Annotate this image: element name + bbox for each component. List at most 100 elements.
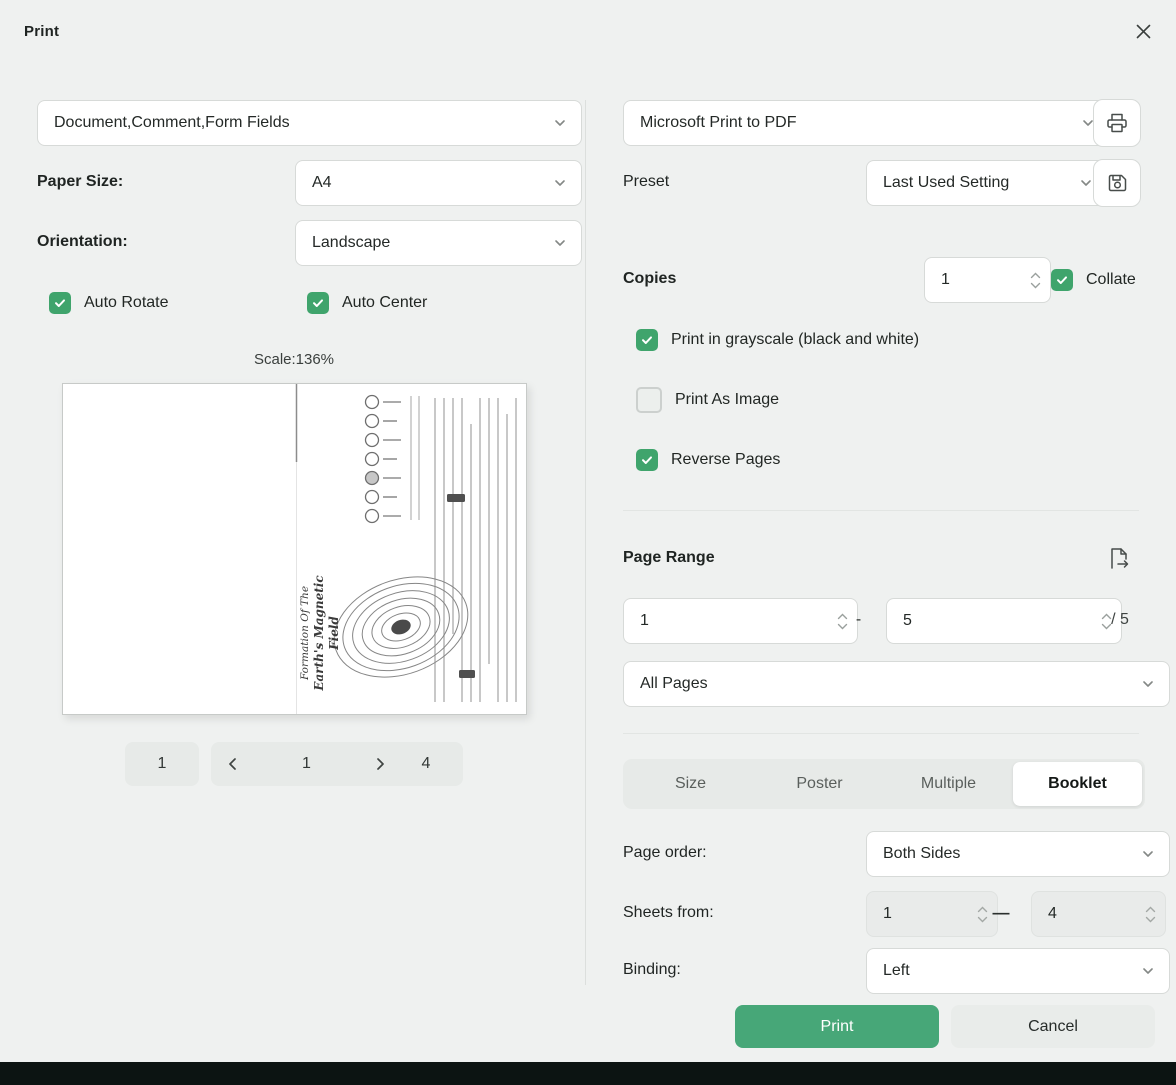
auto-center-checkbox-row[interactable]: Auto Center — [307, 291, 427, 315]
window-bottom-edge — [0, 1062, 1176, 1085]
prev-page-button[interactable] — [224, 755, 242, 773]
preset-select[interactable]: Last Used Setting — [866, 160, 1108, 206]
last-page-button[interactable]: 4 — [389, 742, 463, 786]
page-export-icon — [1105, 545, 1132, 572]
print-as-image-checkbox[interactable] — [636, 387, 662, 413]
preview-title-line2: Earth's Magnetic Field — [312, 558, 342, 708]
collate-checkbox-row[interactable]: Collate — [1051, 268, 1136, 292]
collate-label: Collate — [1086, 271, 1136, 289]
dialog-title: Print — [24, 0, 59, 62]
preset-label: Preset — [623, 160, 669, 204]
preview-document-title: Formation Of The Earth's Magnetic Field — [299, 558, 333, 708]
range-to-input[interactable]: 5 — [886, 598, 1122, 644]
check-icon — [311, 296, 325, 310]
grayscale-label: Print in grayscale (black and white) — [671, 331, 919, 349]
page-range-label: Page Range — [623, 545, 715, 571]
first-page-label: 1 — [158, 755, 167, 773]
chevron-down-icon — [1145, 916, 1156, 923]
reverse-pages-checkbox[interactable] — [636, 449, 658, 471]
grayscale-checkbox[interactable] — [636, 329, 658, 351]
current-page: 1 — [302, 755, 311, 773]
content-select[interactable]: Document,Comment,Form Fields — [37, 100, 582, 146]
orientation-select[interactable]: Landscape — [295, 220, 582, 266]
check-icon — [53, 296, 67, 310]
print-as-image-checkbox-row[interactable]: Print As Image — [636, 388, 779, 412]
stepper-up[interactable] — [1030, 271, 1041, 280]
tab-multiple[interactable]: Multiple — [884, 762, 1013, 806]
page-order-label: Page order: — [623, 831, 707, 875]
tab-size[interactable]: Size — [626, 762, 755, 806]
sheets-from-value: 1 — [883, 905, 892, 923]
chevron-down-icon — [1078, 175, 1094, 191]
last-page-label: 4 — [422, 755, 431, 773]
content-select-value: Document,Comment,Form Fields — [54, 114, 290, 132]
chevron-down-icon — [1140, 963, 1156, 979]
paper-size-label: Paper Size: — [37, 160, 123, 204]
reverse-pages-label: Reverse Pages — [671, 451, 780, 469]
binding-value: Left — [883, 962, 910, 980]
sheets-dash: — — [971, 891, 1031, 935]
chevron-right-icon — [371, 755, 389, 773]
paper-size-value: A4 — [312, 174, 332, 192]
grayscale-checkbox-row[interactable]: Print in grayscale (black and white) — [636, 328, 919, 352]
orientation-value: Landscape — [312, 234, 390, 252]
print-as-image-label: Print As Image — [675, 391, 779, 409]
print-dialog: Print Document,Comment,Form Fields Paper… — [0, 0, 1176, 1085]
tab-booklet[interactable]: Booklet — [1013, 762, 1142, 806]
chevron-up-icon — [1030, 272, 1041, 279]
cancel-button[interactable]: Cancel — [951, 1005, 1155, 1048]
first-page-button[interactable]: 1 — [125, 742, 199, 786]
collate-checkbox[interactable] — [1051, 269, 1073, 291]
chevron-down-icon — [1030, 282, 1041, 289]
column-divider — [585, 100, 586, 985]
extract-pages-button[interactable] — [1100, 541, 1136, 575]
paper-size-select[interactable]: A4 — [295, 160, 582, 206]
stepper-down[interactable] — [1145, 915, 1156, 924]
printer-select-value: Microsoft Print to PDF — [640, 114, 796, 132]
auto-rotate-checkbox[interactable] — [49, 292, 71, 314]
check-icon — [640, 453, 654, 467]
printer-select[interactable]: Microsoft Print to PDF — [623, 100, 1110, 146]
range-to-value: 5 — [903, 612, 912, 630]
sheets-to-input[interactable]: 4 — [1031, 891, 1166, 937]
section-divider — [623, 510, 1139, 511]
section-divider — [623, 733, 1139, 734]
save-icon — [1105, 171, 1129, 195]
auto-center-label: Auto Center — [342, 294, 427, 312]
page-pager: 1 — [211, 742, 402, 786]
preview-page-art — [63, 384, 526, 714]
copies-value: 1 — [941, 271, 950, 289]
auto-rotate-checkbox-row[interactable]: Auto Rotate — [49, 291, 169, 315]
close-icon — [1135, 23, 1152, 40]
reverse-pages-checkbox-row[interactable]: Reverse Pages — [636, 448, 780, 472]
preset-value: Last Used Setting — [883, 174, 1009, 192]
page-total: / 5 — [1100, 598, 1140, 642]
chevron-down-icon — [552, 175, 568, 191]
next-page-button[interactable] — [371, 755, 389, 773]
page-subset-select[interactable]: All Pages — [623, 661, 1170, 707]
copies-label: Copies — [623, 257, 676, 301]
tab-poster[interactable]: Poster — [755, 762, 884, 806]
print-preview-page: Formation Of The Earth's Magnetic Field — [62, 383, 527, 715]
print-button[interactable]: Print — [735, 1005, 939, 1048]
chevron-down-icon — [1140, 846, 1156, 862]
binding-select[interactable]: Left — [866, 948, 1170, 994]
save-preset-button[interactable] — [1093, 159, 1141, 207]
sheets-to-stepper — [1145, 905, 1156, 924]
page-order-select[interactable]: Both Sides — [866, 831, 1170, 877]
copies-input[interactable]: 1 — [924, 257, 1051, 303]
close-button[interactable] — [1126, 14, 1160, 48]
chevron-down-icon — [552, 115, 568, 131]
chevron-down-icon — [552, 235, 568, 251]
printer-icon — [1105, 111, 1129, 135]
range-from-input[interactable]: 1 — [623, 598, 858, 644]
auto-center-checkbox[interactable] — [307, 292, 329, 314]
stepper-up[interactable] — [1145, 905, 1156, 914]
page-subset-value: All Pages — [640, 675, 708, 693]
scale-text: Scale:136% — [37, 351, 551, 368]
binding-label: Binding: — [623, 948, 681, 992]
range-dash: - — [831, 598, 886, 642]
stepper-down[interactable] — [1030, 281, 1041, 290]
check-icon — [640, 333, 654, 347]
printer-properties-button[interactable] — [1093, 99, 1141, 147]
